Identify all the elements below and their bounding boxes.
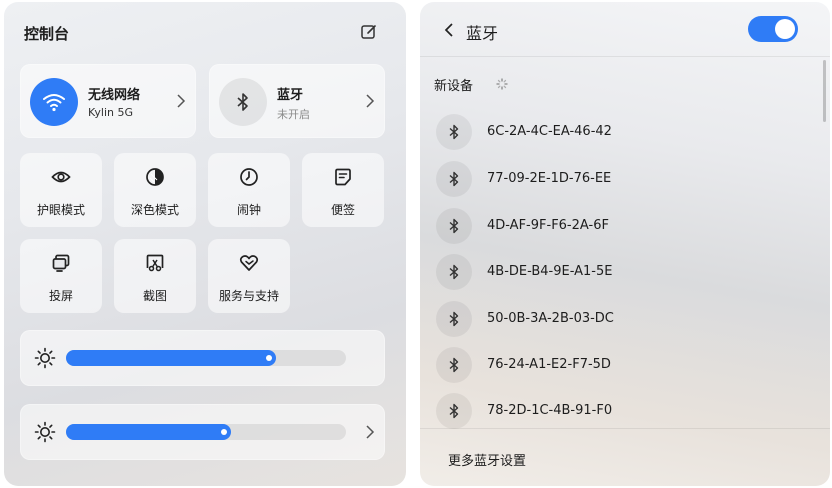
volume-slider-card (20, 404, 385, 460)
chevron-right-icon[interactable] (365, 93, 375, 109)
tile-label: 深色模式 (130, 203, 179, 217)
slider-track[interactable] (66, 424, 346, 440)
bluetooth-device-icon (436, 114, 472, 150)
bluetooth-device-icon (436, 254, 472, 290)
wifi-title: 无线网络 (88, 88, 141, 103)
bluetooth-card[interactable]: 蓝牙 未开启 (209, 64, 385, 138)
slider-fill (66, 424, 231, 440)
tile-notes[interactable]: 便签 (302, 153, 384, 227)
device-name: 4B-DE-B4-9E-A1-5E (487, 264, 613, 279)
bluetooth-device-icon (436, 208, 472, 244)
clock-icon (240, 168, 258, 186)
dark-mode-icon (146, 168, 164, 186)
chevron-right-icon[interactable] (176, 93, 186, 109)
device-name: 77-09-2E-1D-76-EE (487, 171, 612, 186)
bluetooth-panel-title: 蓝牙 (466, 24, 499, 43)
bluetooth-icon (237, 93, 248, 111)
bluetooth-status: 未开启 (277, 108, 310, 121)
control-center-title: 控制台 (24, 25, 70, 43)
bluetooth-device-icon (436, 301, 472, 337)
note-icon (335, 168, 351, 186)
switch-thumb (775, 19, 795, 39)
device-item[interactable]: 50-0B-3A-2B-03-DC (436, 301, 796, 341)
scrollbar[interactable] (823, 60, 826, 122)
bluetooth-switch[interactable] (748, 16, 798, 42)
wifi-network-name: Kylin 5G (88, 106, 134, 119)
chevron-right-icon[interactable] (365, 424, 375, 440)
tile-label: 截图 (142, 289, 167, 303)
device-item[interactable]: 6C-2A-4C-EA-46-42 (436, 114, 796, 154)
device-name: 76-24-A1-E2-F7-5D (487, 357, 611, 372)
bluetooth-panel: 蓝牙 新设备 6C-2A-4C-EA-46-42 77-09-2E-1D-76-… (420, 2, 830, 486)
heart-support-icon (239, 255, 259, 271)
screenshot-icon (146, 254, 164, 272)
tile-label: 闹钟 (236, 203, 261, 217)
device-item[interactable]: 4B-DE-B4-9E-A1-5E (436, 254, 796, 294)
wifi-card[interactable]: 无线网络 Kylin 5G (20, 64, 196, 138)
bluetooth-title: 蓝牙 (277, 88, 304, 103)
device-item[interactable]: 76-24-A1-E2-F7-5D (436, 347, 796, 387)
tile-label: 投屏 (48, 289, 73, 303)
edit-icon[interactable] (360, 23, 378, 41)
tile-label: 护眼模式 (36, 203, 85, 217)
tile-eye-protection[interactable]: 护眼模式 (20, 153, 102, 227)
tile-service-support[interactable]: 服务与支持 (208, 239, 290, 313)
device-name: 6C-2A-4C-EA-46-42 (487, 124, 612, 139)
new-devices-label: 新设备 (434, 79, 474, 94)
loading-spinner-icon (496, 78, 508, 90)
tile-screen-cast[interactable]: 投屏 (20, 239, 102, 313)
brightness-slider-card (20, 330, 385, 386)
device-name: 78-2D-1C-4B-91-F0 (487, 403, 613, 418)
device-item[interactable]: 78-2D-1C-4B-91-F0 (436, 393, 796, 433)
slider-fill (66, 350, 276, 366)
wifi-toggle[interactable] (30, 78, 78, 126)
eye-icon (51, 171, 71, 183)
bluetooth-device-icon (436, 347, 472, 383)
control-center-panel: 控制台 无线网络 Kylin 5G 蓝牙 未开启 护眼模式 深色模式 闹钟 便签… (4, 2, 406, 486)
device-item[interactable]: 4D-AF-9F-F6-2A-6F (436, 208, 796, 248)
bluetooth-device-icon (436, 393, 472, 429)
device-name: 4D-AF-9F-F6-2A-6F (487, 218, 609, 233)
slider-handle[interactable] (266, 355, 272, 361)
device-name: 50-0B-3A-2B-03-DC (487, 311, 614, 326)
divider (420, 428, 830, 429)
slider-handle[interactable] (221, 429, 227, 435)
slider-track[interactable] (66, 350, 346, 366)
tile-dark-mode[interactable]: 深色模式 (114, 153, 196, 227)
sun-icon (34, 421, 56, 443)
device-item[interactable]: 77-09-2E-1D-76-EE (436, 161, 796, 201)
tile-alarm[interactable]: 闹钟 (208, 153, 290, 227)
bluetooth-device-icon (436, 161, 472, 197)
bluetooth-toggle[interactable] (219, 78, 267, 126)
tile-label: 便签 (330, 203, 355, 217)
more-bluetooth-settings-link[interactable]: 更多蓝牙设置 (448, 450, 526, 469)
screen-cast-icon (52, 254, 70, 272)
tile-screenshot[interactable]: 截图 (114, 239, 196, 313)
back-arrow-icon[interactable] (444, 22, 454, 38)
sun-icon (34, 347, 56, 369)
divider (420, 56, 830, 57)
tile-label: 服务与支持 (218, 289, 279, 303)
wifi-icon (43, 94, 65, 112)
